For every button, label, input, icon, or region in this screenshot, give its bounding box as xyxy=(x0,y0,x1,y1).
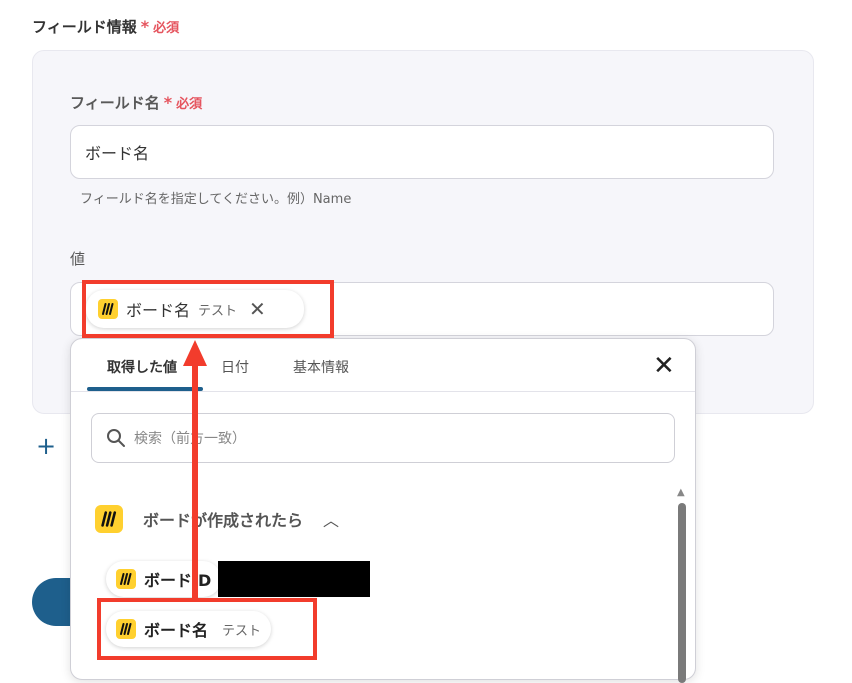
field-name-input[interactable]: ボード名 xyxy=(70,125,774,179)
field-name-hint: フィールド名を指定してください。例）Name xyxy=(80,192,352,207)
section-title-text: フィールド情報 xyxy=(32,18,137,36)
tab-acquired-values[interactable]: 取得した値 xyxy=(107,357,177,377)
annotation-arrow xyxy=(183,340,207,600)
close-icon[interactable]: ✕ xyxy=(653,351,675,381)
redacted-value xyxy=(218,561,370,597)
chevron-up-icon[interactable]: ︿ xyxy=(323,507,339,531)
add-icon[interactable]: + xyxy=(36,432,56,460)
value-label: 値 xyxy=(70,250,86,268)
section-title: フィールド情報 * 必須 xyxy=(32,16,179,37)
required-label: 必須 xyxy=(176,97,203,112)
required-asterisk: * xyxy=(140,17,150,36)
scroll-up-icon[interactable]: ▲ xyxy=(677,487,685,498)
tab-date[interactable]: 日付 xyxy=(221,357,249,377)
field-name-label: フィールド名 * 必須 xyxy=(70,92,202,113)
miro-icon xyxy=(95,505,123,533)
search-icon xyxy=(107,429,125,447)
field-name-label-text: フィールド名 xyxy=(70,94,160,112)
tab-basic-info[interactable]: 基本情報 xyxy=(293,357,349,377)
scrollbar-thumb[interactable] xyxy=(678,503,686,683)
field-name-value: ボード名 xyxy=(85,144,150,163)
miro-icon xyxy=(116,569,136,589)
required-asterisk: * xyxy=(163,93,173,112)
highlight-box-item xyxy=(97,598,317,660)
search-input[interactable]: 検索（前方一致） xyxy=(91,413,675,463)
required-label: 必須 xyxy=(153,21,180,36)
group-title: ボードが作成されたら xyxy=(143,511,304,530)
group-header[interactable]: ボードが作成されたら ︿ xyxy=(95,505,339,533)
highlight-box-chip xyxy=(82,280,334,338)
